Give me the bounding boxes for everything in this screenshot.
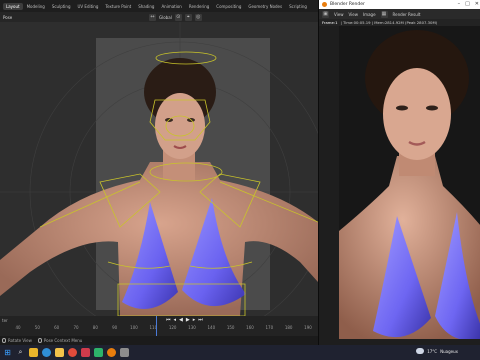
rendered-portrait xyxy=(339,26,480,339)
timeline-tick: 140 xyxy=(207,325,216,330)
blender-logo-icon xyxy=(322,2,327,7)
timeline-tick: 180 xyxy=(284,325,293,330)
timeline-tick: 130 xyxy=(188,325,196,330)
search-icon[interactable]: ⌕ xyxy=(16,348,25,357)
close-icon[interactable]: ✕ xyxy=(475,1,479,7)
render-frame: Frame:1 xyxy=(322,20,338,25)
app-icon[interactable] xyxy=(81,348,90,357)
status-context-label: Pose Context Menu xyxy=(43,338,83,343)
play-reverse-icon[interactable]: ◀ xyxy=(179,317,183,323)
blender-main-window: Layout Modeling Sculpting UV Editing Texture… xyxy=(0,0,318,345)
minimize-icon[interactable]: – xyxy=(458,1,461,7)
status-rotate-label: Rotate View xyxy=(8,338,32,343)
start-icon[interactable]: ⊞ xyxy=(3,348,12,357)
render-stats: | Time:00:05.19 | Mem:2814.92M (Peak 280… xyxy=(340,20,438,25)
weather-widget[interactable]: 17°C Nuageux xyxy=(416,348,458,354)
timeline-tick: 100 xyxy=(130,325,138,330)
character-face xyxy=(155,93,205,159)
mouse-icon xyxy=(37,338,42,343)
editor-type-icon[interactable]: ▣ xyxy=(322,10,329,18)
render-image[interactable] xyxy=(339,26,480,339)
tab-scripting[interactable]: Scripting xyxy=(286,3,310,10)
cloud-icon xyxy=(416,348,425,354)
maximize-icon[interactable]: □ xyxy=(465,1,470,7)
menu-view-1[interactable]: View xyxy=(334,12,344,17)
timeline-left-label: ter xyxy=(2,317,8,323)
timeline-tick: 170 xyxy=(265,325,274,330)
image-browse-icon[interactable]: ▦ xyxy=(380,10,388,18)
weather-desc: Nuageux xyxy=(440,348,458,354)
mode-select[interactable]: Pose xyxy=(3,15,12,20)
3d-viewport[interactable] xyxy=(0,22,318,316)
transform-orientation-group: ↔ Global ⊙ ⌖ ◎ xyxy=(149,13,202,21)
timeline-tick: 40 xyxy=(15,325,21,330)
mouse-icon xyxy=(2,338,6,343)
blender-icon[interactable] xyxy=(107,348,116,357)
status-bar: Rotate View Pose Context Menu xyxy=(0,336,318,345)
tab-sculpting[interactable]: Sculpting xyxy=(49,3,74,10)
status-rotate-view: Rotate View xyxy=(2,338,32,343)
status-context-menu: Pose Context Menu xyxy=(37,338,83,343)
tab-geometry-nodes[interactable]: Geometry Nodes xyxy=(245,3,285,10)
viewport-header: Pose ↔ Global ⊙ ⌖ ◎ xyxy=(0,12,318,22)
timeline-tick: 120 xyxy=(168,325,177,330)
render-info-bar: Frame:1 | Time:00:05.19 | Mem:2814.92M (… xyxy=(319,19,480,26)
step-back-icon[interactable]: ◂ xyxy=(174,317,177,323)
step-forward-icon[interactable]: ▸ xyxy=(193,317,196,323)
render-face xyxy=(383,68,451,160)
tab-uv-editing[interactable]: UV Editing xyxy=(75,3,102,10)
file-explorer-icon[interactable] xyxy=(29,348,38,357)
playhead[interactable] xyxy=(156,316,157,336)
store-icon[interactable] xyxy=(120,348,129,357)
timeline-tick: 90 xyxy=(112,325,118,330)
media-icon[interactable] xyxy=(94,348,103,357)
timeline-tick: 50 xyxy=(34,325,40,330)
orientation-icon[interactable]: ↔ xyxy=(149,13,156,21)
render-slot-select[interactable]: Render Result xyxy=(393,12,421,17)
jump-end-icon[interactable]: ⏭ xyxy=(198,317,203,323)
explorer-folder-icon[interactable] xyxy=(55,348,64,357)
playback-controls: ⏮ ◂ ◀ ▶ ▸ ⏭ xyxy=(166,317,203,323)
timeline-tick: 190 xyxy=(304,325,312,330)
tab-shading[interactable]: Shading xyxy=(135,3,157,10)
snap-icon[interactable]: ⌖ xyxy=(184,13,192,21)
render-window-title: Blender Render xyxy=(330,2,365,7)
orientation-select[interactable]: Global xyxy=(159,15,172,20)
timeline-ruler[interactable]: 40 50 60 70 80 90 100 110 120 130 140 150 160 170 180 1… xyxy=(0,324,318,331)
chrome-icon[interactable] xyxy=(68,348,77,357)
timeline-tick: 60 xyxy=(54,325,60,330)
timeline-tick: 150 xyxy=(226,325,235,330)
edge-icon[interactable] xyxy=(42,348,51,357)
tab-texture-paint[interactable]: Texture Paint xyxy=(102,3,134,10)
taskbar-apps: ⊞ ⌕ xyxy=(0,348,129,357)
window-controls: – □ ✕ xyxy=(458,1,479,7)
tab-rendering[interactable]: Rendering xyxy=(186,3,212,10)
render-window: Blender Render – □ ✕ ▣ View View Image ▦… xyxy=(318,0,480,345)
timeline[interactable]: ter ⏮ ◂ ◀ ▶ ▸ ⏭ 40 50 60 70 80 90 100 110 120 130… xyxy=(0,316,318,336)
workspace-tabs: Layout Modeling Sculpting UV Editing Texture… xyxy=(0,0,318,12)
tab-modeling[interactable]: Modeling xyxy=(24,3,48,10)
timeline-tick: 80 xyxy=(92,325,98,330)
render-header: ▣ View View Image ▦ Render Result xyxy=(319,9,480,19)
timeline-tick: 70 xyxy=(73,325,79,330)
weather-temp: 17°C xyxy=(427,348,438,354)
jump-start-icon[interactable]: ⏮ xyxy=(166,317,171,323)
timeline-tick: 160 xyxy=(246,325,254,330)
tab-layout[interactable]: Layout xyxy=(3,2,23,10)
menu-view-2[interactable]: View xyxy=(349,12,359,17)
viewport-scene xyxy=(0,22,318,316)
windows-taskbar: ⊞ ⌕ 17°C Nuageux xyxy=(0,345,480,360)
tab-animation[interactable]: Animation xyxy=(158,3,184,10)
pivot-icon[interactable]: ⊙ xyxy=(174,13,182,21)
proportional-icon[interactable]: ◎ xyxy=(194,13,202,21)
menu-image[interactable]: Image xyxy=(363,12,376,17)
tab-compositing[interactable]: Compositing xyxy=(213,3,244,10)
render-titlebar[interactable]: Blender Render – □ ✕ xyxy=(319,0,480,9)
timeline-controls: ter ⏮ ◂ ◀ ▶ ▸ ⏭ xyxy=(0,316,318,324)
play-icon[interactable]: ▶ xyxy=(186,317,190,323)
